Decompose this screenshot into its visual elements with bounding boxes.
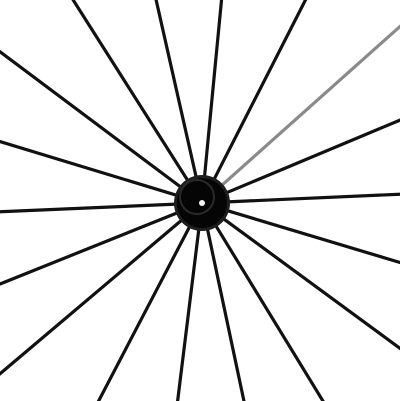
spoke xyxy=(204,221,246,401)
hub-group xyxy=(174,175,230,231)
wheel-photo xyxy=(0,0,400,401)
spoke xyxy=(0,202,184,214)
spoke xyxy=(202,0,224,185)
spoke xyxy=(210,218,325,401)
spoke xyxy=(218,118,400,197)
spoke xyxy=(96,219,195,401)
spoke xyxy=(154,0,200,186)
spoke xyxy=(71,0,193,188)
spoke xyxy=(176,221,202,401)
spoke xyxy=(215,24,400,192)
spoke xyxy=(220,192,400,204)
spoke xyxy=(209,0,308,187)
wheel-illustration xyxy=(0,0,400,401)
spoke xyxy=(0,214,189,376)
axle-hole xyxy=(199,200,205,206)
spoke xyxy=(0,208,185,286)
